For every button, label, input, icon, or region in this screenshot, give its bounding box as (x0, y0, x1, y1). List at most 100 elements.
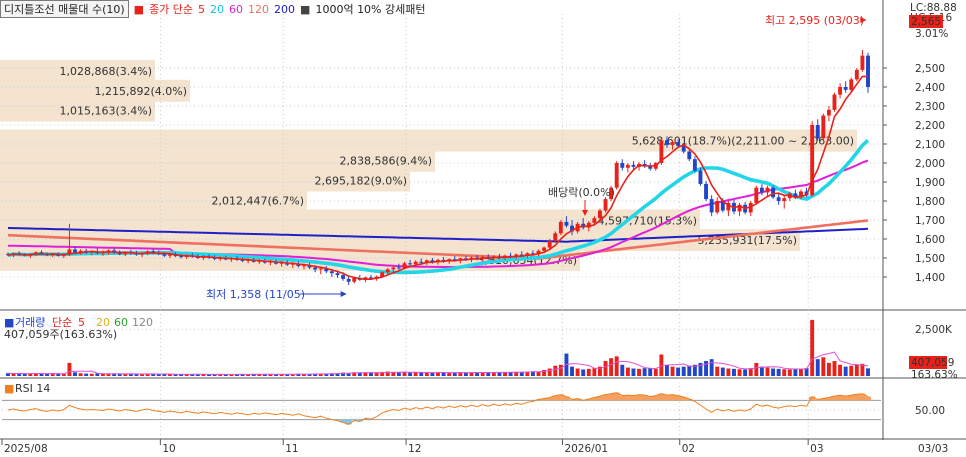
volume-bar-132 (743, 369, 748, 376)
volume-bar-97 (547, 368, 552, 376)
volume-bar-14 (84, 373, 89, 376)
price-tick-label-2: 2,300 (915, 101, 945, 113)
volume-bar-92 (519, 372, 524, 376)
volume-bar-85 (480, 372, 485, 376)
ma-period-120: 120 (248, 2, 270, 16)
candle-body-150 (843, 87, 848, 90)
volume-bar-20 (117, 374, 122, 376)
volume-bar-135 (759, 366, 764, 376)
time-tick-label-6: 03 (810, 443, 823, 455)
candle-body-124 (698, 170, 703, 184)
candle-body-70 (396, 267, 401, 269)
volume-bar-27 (156, 374, 161, 376)
candle-body-147 (826, 109, 831, 116)
candle-body-69 (391, 267, 396, 270)
volume-profile-label-2: 1,015,163(3.4%) (59, 105, 152, 118)
volume-bar-128 (720, 367, 725, 376)
volume-bar-121 (681, 366, 686, 376)
candle-body-134 (754, 187, 759, 203)
candle-body-137 (771, 187, 776, 198)
volume-bar-119 (670, 366, 675, 376)
candle-body-148 (832, 94, 837, 110)
volume-bar-80 (452, 372, 457, 376)
time-axis-right-label: 03/03 (918, 443, 948, 455)
rsi-tick-label: 50.00 (915, 405, 945, 417)
volume-bar-138 (776, 368, 781, 376)
volume-bar-72 (408, 372, 413, 376)
candle-body-154 (866, 55, 870, 87)
volume-bar-144 (810, 319, 815, 376)
indicator-title[interactable]: 디지틀조선 매물대 수(10) (0, 0, 129, 18)
volume-bar-148 (832, 361, 837, 376)
volume-bar-89 (503, 372, 507, 376)
current-price-label: 2,565 (911, 16, 941, 28)
ma-marker: ■ (133, 2, 145, 16)
candle-body-98 (553, 233, 558, 241)
volume-bar-151 (849, 365, 854, 376)
high-annotation: 최고 2,595 (03/03) (765, 14, 864, 27)
price-tick-label-6: 1,900 (915, 177, 945, 189)
volume-bar-13 (78, 373, 83, 376)
volume-bar-11 (67, 362, 72, 376)
volume-bar-113 (637, 368, 641, 376)
volume-bar-134 (754, 362, 759, 376)
volume-bar-136 (765, 367, 770, 376)
price-tick-label-8: 1,700 (915, 215, 945, 227)
chart-legend: 디지틀조선 매물대 수(10) ■ 종가 단순 5 20 60 120 200 … (0, 0, 431, 18)
candle-body-125 (704, 183, 709, 200)
volume-bar-17 (100, 373, 105, 376)
price-tick-label-9: 1,600 (915, 234, 945, 246)
volume-current-value: 407,059 (911, 357, 954, 369)
time-tick-label-5: 02 (682, 443, 695, 455)
candle-body-136 (765, 187, 770, 193)
volume-profile-label-5: 2,695,182(9.0%) (314, 174, 407, 187)
candle-body-100 (564, 221, 569, 226)
candle-body-112 (631, 164, 636, 167)
volume-bar-104 (586, 368, 591, 376)
candle-body-56 (318, 268, 323, 270)
volume-current-pct: 163.63% (911, 369, 958, 381)
candle-body-110 (620, 163, 625, 168)
volume-tick-label: 2,500K (915, 324, 953, 336)
candle-body-118 (665, 140, 669, 145)
volume-bar-107 (603, 361, 608, 376)
volume-bar-66 (374, 373, 379, 376)
volume-bar-125 (704, 361, 709, 376)
price-tick-label-4: 2,100 (915, 139, 945, 151)
pattern-label: 1000억 10% 강세패턴 (315, 3, 426, 16)
volume-bar-79 (447, 372, 452, 376)
rsi-panel-title: RSI 14 (15, 382, 50, 395)
candle-body-149 (838, 87, 843, 95)
volume-bar-76 (430, 372, 435, 376)
volume-bar-145 (815, 359, 820, 376)
volume-bar-126 (709, 359, 714, 376)
pattern-marker: ■ (300, 2, 311, 16)
time-tick-label-0: 2025/08 (4, 443, 48, 455)
volume-bar-152 (854, 364, 859, 376)
time-tick-label-2: 11 (285, 443, 298, 455)
candle-body-135 (759, 187, 764, 193)
volume-bar-101 (570, 366, 574, 376)
candle-body-107 (603, 199, 608, 211)
stock-chart[interactable]: 2,500 2,400 2,300 2,200 2,100 2,000 1,900 1,800… (0, 0, 966, 457)
candle-body-145 (815, 125, 820, 139)
volume-bar-129 (726, 368, 731, 376)
volume-bar-12 (73, 372, 77, 376)
volume-bar-142 (799, 368, 803, 376)
candle-body-119 (670, 142, 675, 145)
volume-profile-label-1: 1,215,892(4.0%) (94, 85, 187, 98)
time-tick-label-3: 12 (408, 443, 421, 455)
volume-bar-71 (402, 372, 407, 376)
candle-body-58 (329, 271, 334, 274)
candle-body-127 (715, 201, 720, 213)
price-tick-label-3: 2,200 (915, 120, 945, 132)
volume-profile-label-0: 1,028,868(3.4%) (59, 65, 152, 78)
candle-body-151 (849, 79, 854, 90)
volume-bar-3 (22, 373, 27, 376)
volume-bar-64 (363, 372, 368, 376)
candle-body-126 (709, 199, 714, 213)
volume-bar-150 (843, 366, 848, 376)
ma-label: 종가 단순 (149, 3, 194, 16)
candle-body-61 (346, 278, 351, 282)
rsi-panel-marker: ■ (4, 382, 14, 395)
